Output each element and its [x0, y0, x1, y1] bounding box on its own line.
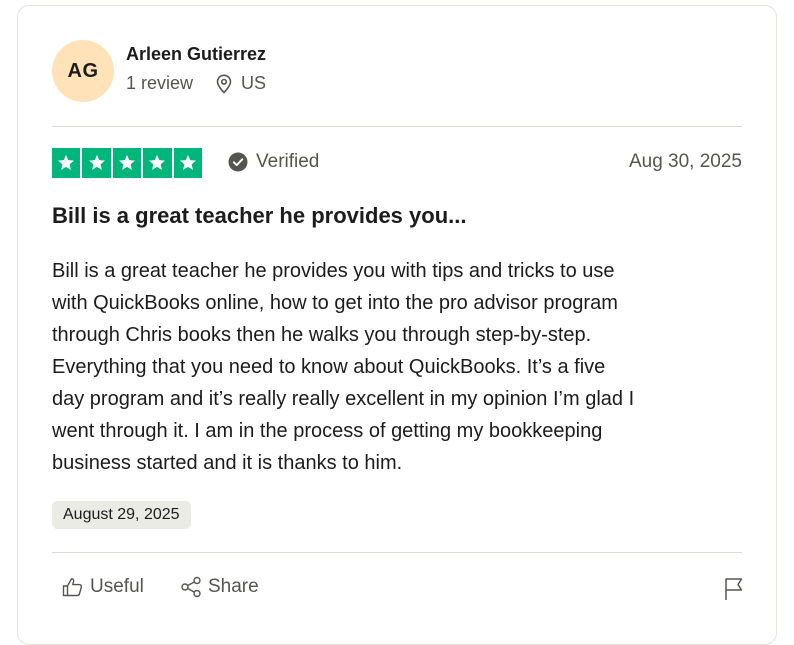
share-label: Share	[208, 576, 259, 597]
reviewer-location: US	[241, 73, 267, 93]
review-count: 1 review	[126, 73, 194, 93]
star-icon	[173, 148, 202, 178]
reviewer-name[interactable]: Arleen Gutierrez	[126, 44, 266, 65]
review-title[interactable]: Bill is a great teacher he provides you.…	[52, 203, 466, 229]
header-divider	[52, 126, 742, 127]
review-body-line: day program and it’s really really excel…	[52, 388, 635, 410]
useful-label: Useful	[90, 576, 144, 597]
thumbs-up-icon	[62, 577, 84, 597]
star-icon	[112, 148, 142, 178]
check-circle-icon	[228, 152, 248, 172]
review-body-line: with QuickBooks online, how to get into …	[52, 292, 618, 314]
footer-divider	[52, 552, 742, 553]
share-button[interactable]: Share	[180, 576, 259, 598]
experience-date-badge: August 29, 2025	[52, 501, 191, 529]
flag-icon[interactable]	[724, 577, 744, 601]
reviewer-meta: 1 review US	[126, 73, 266, 94]
avatar[interactable]: AG	[52, 40, 114, 102]
review-body-line: Everything that you need to know about Q…	[52, 356, 606, 378]
review-body-line: Bill is a great teacher he provides you …	[52, 260, 615, 282]
star-rating	[52, 148, 202, 178]
useful-button[interactable]: Useful	[62, 576, 144, 598]
verified-label: Verified	[256, 151, 320, 172]
experience-date: August 29, 2025	[63, 506, 180, 523]
star-icon	[52, 148, 81, 178]
avatar-initials: AG	[67, 59, 99, 82]
star-icon	[82, 148, 111, 178]
star-icon	[143, 148, 172, 178]
review-date: Aug 30, 2025	[628, 151, 742, 172]
location-pin-icon	[215, 74, 233, 94]
review-body-line: went through it. I am in the process of …	[52, 420, 603, 442]
share-icon	[180, 576, 202, 598]
verified-badge[interactable]: Verified	[228, 151, 319, 173]
review-body-line: business started and it is thanks to him…	[52, 452, 403, 474]
review-body-line: through Chris books then he walks you th…	[52, 324, 592, 346]
review-body: Bill is a great teacher he provides you …	[52, 255, 752, 479]
